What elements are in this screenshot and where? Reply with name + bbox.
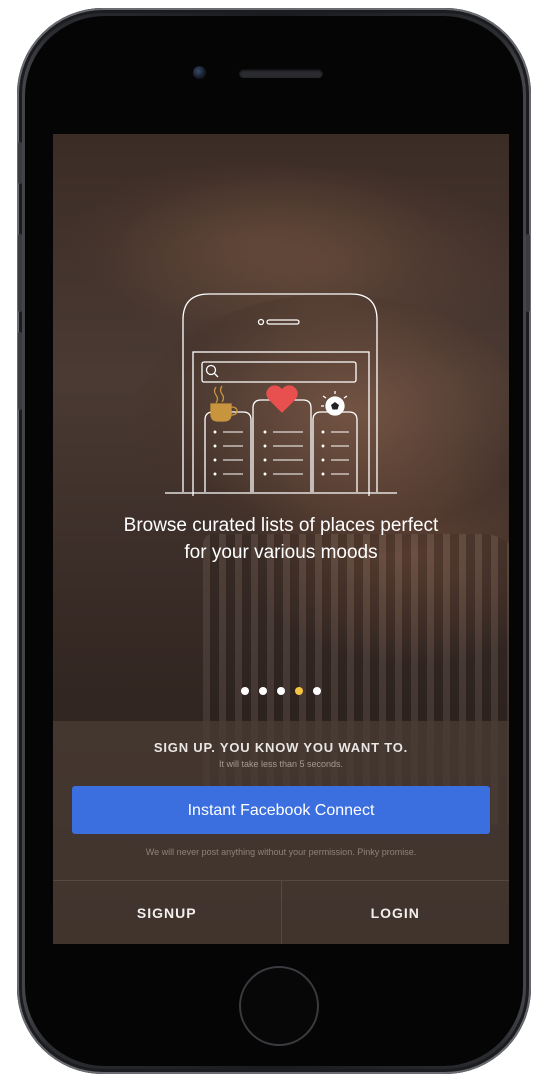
signup-subline: It will take less than 5 seconds. [218, 759, 344, 769]
mute-switch [18, 142, 22, 184]
tagline-line-1: Browse curated lists of places perfect [123, 515, 439, 536]
signup-headline: SIGN UP. YOU KNOW YOU WANT TO. [153, 740, 409, 755]
facebook-connect-button[interactable]: Instant Facebook Connect [72, 786, 490, 834]
permission-disclaimer: We will never post anything without your… [145, 847, 417, 857]
home-button[interactable] [239, 966, 319, 1046]
phone-lists-illustration [165, 293, 397, 496]
tagline-line-2: for your various moods [184, 542, 378, 563]
app-screen: Browse curated lists of places perfect f… [53, 134, 509, 944]
signup-panel: SIGN UP. YOU KNOW YOU WANT TO. It will t… [53, 721, 509, 944]
front-camera [193, 66, 206, 79]
page-dot-5[interactable] [313, 687, 321, 695]
earpiece-speaker [239, 69, 323, 78]
signup-button[interactable]: SIGNUP [53, 881, 281, 944]
onboarding-tagline: Browse curated lists of places perfect f… [53, 512, 509, 566]
login-button[interactable]: LOGIN [280, 881, 510, 944]
heart-icon [266, 385, 298, 413]
volume-down-button [18, 332, 22, 410]
power-button [526, 234, 530, 312]
volume-up-button [18, 234, 22, 312]
page-dot-4-active[interactable] [295, 687, 303, 695]
page-indicator[interactable] [53, 687, 509, 695]
search-icon [205, 364, 219, 378]
auth-tab-bar: SIGNUP LOGIN [53, 880, 509, 944]
page-dot-2[interactable] [259, 687, 267, 695]
page-dot-1[interactable] [241, 687, 249, 695]
page-dot-3[interactable] [277, 687, 285, 695]
coffee-cup-icon [210, 385, 238, 422]
